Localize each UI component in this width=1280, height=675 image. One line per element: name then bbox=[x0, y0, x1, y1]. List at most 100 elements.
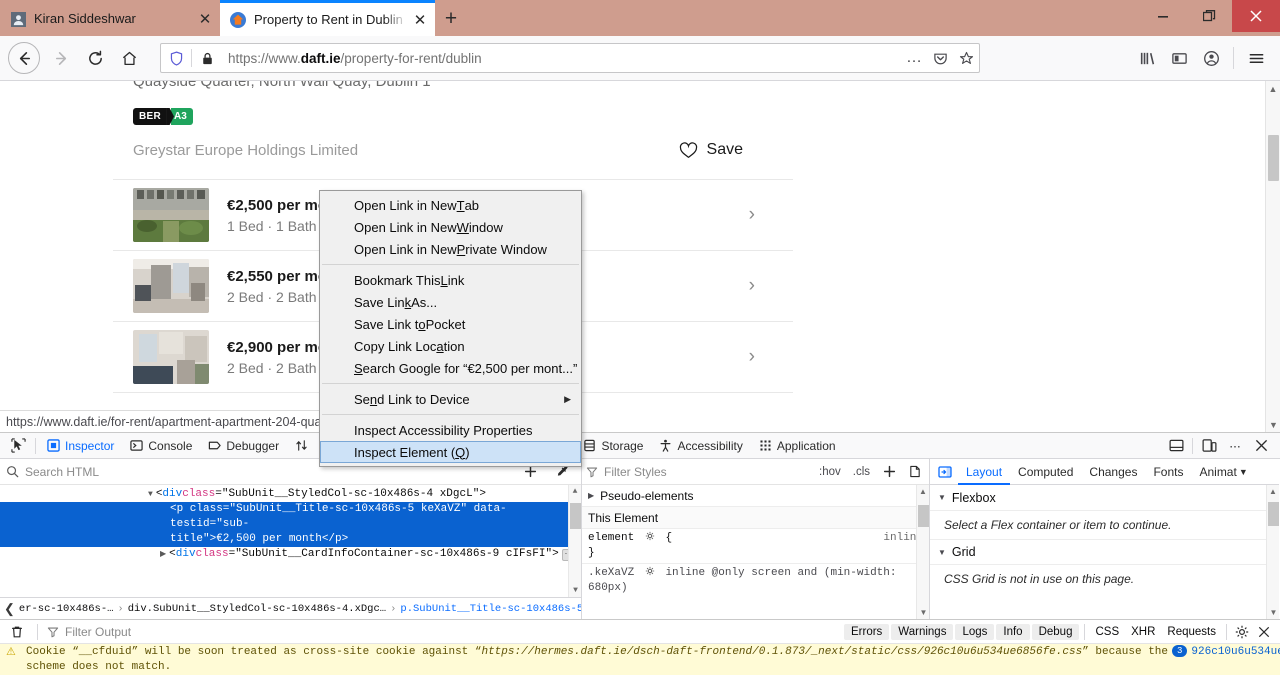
menu-item-open-link-new-tab[interactable]: Open Link in New Tab bbox=[320, 194, 581, 216]
tracking-protection-shield-icon[interactable] bbox=[161, 50, 191, 66]
filter-xhr[interactable]: XHR bbox=[1126, 624, 1160, 640]
scroll-down-arrow[interactable]: ▼ bbox=[1266, 417, 1280, 432]
tab-fonts[interactable]: Fonts bbox=[1145, 459, 1191, 485]
scroll-down-arrow[interactable]: ▼ bbox=[569, 584, 581, 597]
browser-tab-inactive[interactable]: Kiran Siddeshwar ✕ bbox=[0, 2, 220, 36]
browser-tab-active[interactable]: Property to Rent in Dublin (Cou ✕ bbox=[220, 0, 435, 36]
account-icon[interactable] bbox=[1195, 41, 1227, 75]
page-actions-icon[interactable]: … bbox=[901, 45, 927, 71]
style-pane-scrollbar[interactable]: ▲ ▼ bbox=[916, 485, 929, 619]
filter-info[interactable]: Info bbox=[996, 623, 1030, 640]
scrollbar-thumb[interactable] bbox=[918, 505, 929, 527]
print-media-icon[interactable] bbox=[905, 460, 925, 484]
reload-button[interactable] bbox=[78, 41, 112, 75]
pseudo-elements-section[interactable]: ▶ Pseudo-elements bbox=[582, 485, 929, 507]
page-scrollbar[interactable]: ▲ ▼ bbox=[1265, 81, 1280, 432]
menu-item-inspect-element[interactable]: Inspect Element (Q) bbox=[320, 441, 581, 463]
scrollbar-thumb[interactable] bbox=[570, 503, 581, 529]
sidebar-icon[interactable] bbox=[1163, 41, 1195, 75]
tree-node-selected[interactable]: <p class="SubUnit__Title-sc-10x486s-5 ke… bbox=[0, 502, 581, 547]
devtools-tab-inspector[interactable]: Inspector bbox=[39, 433, 122, 459]
chevron-right-icon[interactable]: › bbox=[749, 204, 755, 226]
devtools-tab-network[interactable]: Network bbox=[287, 433, 316, 459]
layout-pane-scrollbar[interactable]: ▲ ▼ bbox=[1266, 485, 1279, 619]
filter-requests[interactable]: Requests bbox=[1162, 624, 1221, 640]
tab-layout[interactable]: Layout bbox=[958, 459, 1010, 485]
save-button[interactable]: Save bbox=[679, 141, 743, 159]
filter-logs[interactable]: Logs bbox=[955, 623, 995, 640]
breadcrumb-item[interactable]: er-sc-10x486s-… bbox=[19, 603, 114, 615]
html-tree[interactable]: ▼ < div class = "SubUnit__StyledCol-sc-10x48… bbox=[0, 485, 581, 597]
console-filter-input[interactable]: Filter Output bbox=[65, 625, 131, 639]
filter-css[interactable]: CSS bbox=[1090, 624, 1124, 640]
forward-button[interactable] bbox=[44, 41, 78, 75]
panel-toggle-icon[interactable] bbox=[932, 460, 958, 484]
hov-toggle[interactable]: :hov bbox=[816, 466, 844, 478]
trash-icon[interactable] bbox=[6, 620, 28, 644]
chevron-down-icon[interactable]: ▼ bbox=[1239, 467, 1252, 477]
filter-rule-icon[interactable] bbox=[645, 531, 662, 544]
close-devtools-icon[interactable] bbox=[1248, 434, 1274, 458]
console-warning-message[interactable]: ⚠ Cookie “__cfduid” will be soon treated… bbox=[0, 644, 1280, 675]
cls-toggle[interactable]: .cls bbox=[850, 466, 873, 478]
padlock-icon[interactable] bbox=[192, 52, 222, 65]
url-text[interactable]: https://www.daft.ie/property-for-rent/du… bbox=[222, 51, 901, 66]
tab-changes[interactable]: Changes bbox=[1081, 459, 1145, 485]
scroll-up-arrow[interactable]: ▲ bbox=[1266, 81, 1280, 96]
menu-item-bookmark-link[interactable]: Bookmark This Link bbox=[320, 269, 581, 291]
scrollbar-thumb[interactable] bbox=[1268, 502, 1279, 526]
filter-warnings[interactable]: Warnings bbox=[891, 623, 954, 640]
breadcrumb-scroll-left-icon[interactable]: ❮ bbox=[4, 601, 15, 617]
more-tools-icon[interactable]: ⋯ bbox=[1222, 434, 1248, 458]
back-button[interactable] bbox=[8, 42, 40, 74]
scroll-down-arrow[interactable]: ▼ bbox=[1267, 606, 1279, 619]
scroll-down-arrow[interactable]: ▼ bbox=[917, 606, 929, 619]
new-tab-button[interactable]: + bbox=[435, 4, 467, 34]
url-bar[interactable]: https://www.daft.ie/property-for-rent/du… bbox=[160, 43, 980, 73]
breadcrumb[interactable]: ❮ er-sc-10x486s-… › div.SubUnit__StyledC… bbox=[0, 597, 581, 619]
library-icon[interactable] bbox=[1131, 41, 1163, 75]
expand-twisty-icon[interactable]: ▶ bbox=[588, 491, 594, 500]
menu-item-open-link-new-window[interactable]: Open Link in New Window bbox=[320, 216, 581, 238]
menu-item-save-link-to-pocket[interactable]: Save Link to Pocket bbox=[320, 313, 581, 335]
scroll-up-arrow[interactable]: ▲ bbox=[1267, 485, 1279, 498]
devtools-tab-storage[interactable]: Storage bbox=[575, 433, 651, 459]
expand-twisty-icon[interactable]: ▼ bbox=[148, 487, 153, 502]
breadcrumb-item[interactable]: div.SubUnit__StyledCol-sc-10x486s-4.xDgc… bbox=[128, 603, 386, 615]
scroll-up-arrow[interactable]: ▲ bbox=[917, 485, 929, 498]
responsive-design-mode-icon[interactable] bbox=[1196, 434, 1222, 458]
close-icon[interactable]: ✕ bbox=[194, 8, 216, 30]
devtools-tab-accessibility[interactable]: Accessibility bbox=[651, 433, 750, 459]
collapse-twisty-icon[interactable]: ▼ bbox=[938, 548, 946, 557]
tree-node-div-styledcol[interactable]: ▼ < div class = "SubUnit__StyledCol-sc-10x48… bbox=[0, 487, 581, 502]
filter-errors[interactable]: Errors bbox=[843, 623, 890, 640]
star-icon[interactable] bbox=[953, 45, 979, 71]
pocket-icon[interactable] bbox=[927, 45, 953, 71]
gear-icon[interactable] bbox=[1232, 620, 1252, 644]
chevron-right-icon[interactable]: › bbox=[749, 275, 755, 297]
style-rules-body[interactable]: ▶ Pseudo-elements This Element inline el… bbox=[582, 485, 929, 619]
tab-computed[interactable]: Computed bbox=[1010, 459, 1081, 485]
close-window-button[interactable] bbox=[1232, 0, 1280, 32]
menu-item-copy-link-location[interactable]: Copy Link Loc a tion bbox=[320, 335, 581, 357]
devtools-tab-debugger[interactable]: Debugger bbox=[200, 433, 287, 459]
menu-item-open-link-private-window[interactable]: Open Link in New Private Window bbox=[320, 238, 581, 260]
breadcrumb-item[interactable]: p.SubUnit__Title-sc-10x486s-5.keXaVZ bbox=[400, 603, 581, 615]
html-tree-scrollbar[interactable]: ▲ ▼ bbox=[568, 485, 581, 597]
style-rule-kexavz[interactable]: .keXaVZ inline @only screen and (min-wid… bbox=[582, 563, 929, 598]
plus-icon[interactable] bbox=[879, 460, 899, 484]
close-icon[interactable] bbox=[1254, 620, 1274, 644]
split-console-icon[interactable] bbox=[1163, 434, 1189, 458]
grid-section-header[interactable]: ▼ Grid bbox=[930, 539, 1279, 565]
scroll-up-arrow[interactable]: ▲ bbox=[569, 485, 581, 498]
element-picker-icon[interactable] bbox=[4, 438, 32, 453]
tab-animations[interactable]: Animat bbox=[1191, 459, 1238, 485]
restore-button[interactable] bbox=[1186, 0, 1232, 32]
devtools-tab-console[interactable]: Console bbox=[122, 433, 200, 459]
hamburger-menu-icon[interactable] bbox=[1240, 41, 1272, 75]
collapse-twisty-icon[interactable]: ▼ bbox=[938, 493, 946, 502]
home-button[interactable] bbox=[112, 41, 146, 75]
menu-item-search-google[interactable]: Search Google for “€2,500 per mont...” bbox=[320, 357, 581, 379]
style-rule-element[interactable]: inline element { } bbox=[582, 529, 929, 563]
console-message-source[interactable]: 926c10u6u534ue6856fe.css bbox=[1191, 646, 1280, 658]
